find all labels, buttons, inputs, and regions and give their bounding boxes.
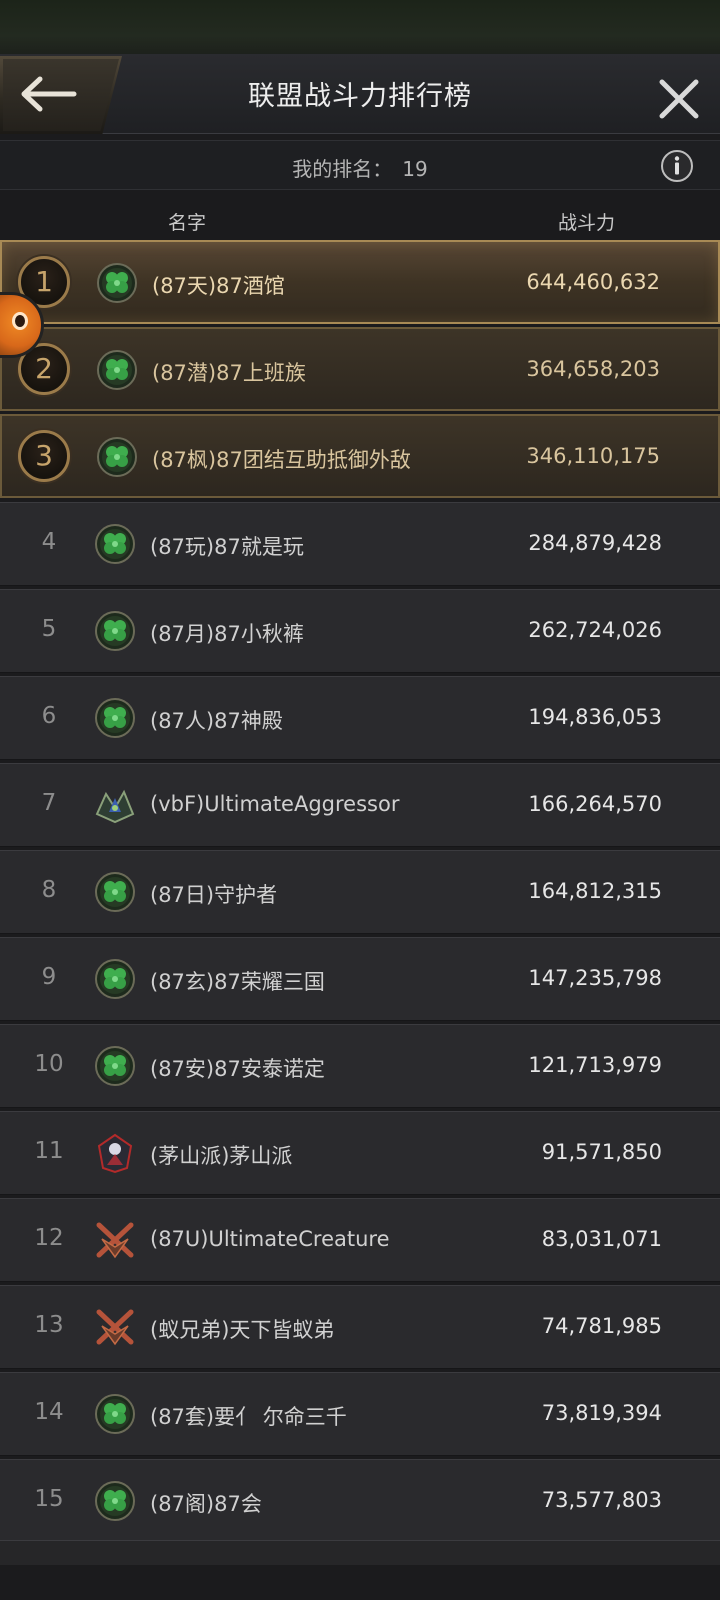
knight-emblem-icon	[97, 1133, 133, 1174]
rank-number: 7	[41, 790, 57, 816]
alliance-name: (茅山派)茅山派	[150, 1144, 293, 1168]
ranking-row[interactable]: 5 (87月)87小秋裤 262,724,026	[0, 589, 720, 673]
alliance-name: (87枫)87团结互助抵御外敌	[152, 448, 411, 472]
crossed-swords-emblem-icon	[96, 1222, 134, 1259]
close-icon[interactable]	[656, 76, 702, 122]
ranking-row[interactable]: 12 (87U)UltimateCreature 83,031,071	[0, 1198, 720, 1282]
rank-number: 13	[34, 1312, 64, 1338]
clover-emblem-icon	[95, 959, 135, 999]
alliance-power: 284,879,428	[528, 531, 662, 555]
clover-emblem-icon	[97, 350, 137, 390]
page-title: 联盟战斗力排行榜	[248, 81, 472, 112]
rank-number: 5	[41, 616, 57, 642]
ranking-row[interactable]: 4 (87玩)87就是玩 284,879,428	[0, 502, 720, 586]
alliance-power: 346,110,175	[526, 444, 660, 468]
rank-number: 4	[41, 529, 57, 555]
ranking-row[interactable]: 10 (87安)87安泰诺定 121,713,979	[0, 1024, 720, 1108]
crossed-swords-emblem-icon	[96, 1309, 134, 1346]
rank-number: 15	[34, 1486, 64, 1512]
alliance-power: 83,031,071	[541, 1227, 662, 1251]
alliance-name: (87U)UltimateCreature	[150, 1227, 390, 1251]
alliance-name: (87日)守护者	[150, 883, 278, 907]
clover-emblem-icon	[95, 611, 135, 651]
rank-number: 9	[41, 964, 57, 990]
column-header-power: 战斗力	[558, 212, 616, 234]
alliance-name: (vbF)UltimateAggressor	[150, 792, 400, 816]
ranking-row[interactable]: 11 (茅山派)茅山派 91,571,850	[0, 1111, 720, 1195]
alliance-power: 194,836,053	[528, 705, 662, 729]
rank-number: 14	[34, 1399, 64, 1425]
ranking-row[interactable]: 15 (87阁)87会 73,577,803	[0, 1459, 720, 1543]
rank-number: 6	[41, 703, 57, 729]
my-rank-value: 19	[402, 157, 428, 181]
clover-emblem-icon	[97, 437, 137, 477]
clover-emblem-icon	[95, 1481, 135, 1521]
alliance-power: 166,264,570	[528, 792, 662, 816]
column-header-name: 名字	[168, 212, 207, 234]
rank-number: 8	[41, 877, 57, 903]
alliance-name: (87人)87神殿	[150, 709, 283, 733]
rank-number: 11	[34, 1138, 64, 1164]
alliance-power: 262,724,026	[528, 618, 662, 642]
alliance-power: 91,571,850	[541, 1140, 662, 1164]
alliance-power: 74,781,985	[541, 1314, 662, 1338]
ranking-row[interactable]: 6 (87人)87神殿 194,836,053	[0, 676, 720, 760]
alliance-name: (87月)87小秋裤	[150, 622, 304, 646]
alliance-name: (87玄)87荣耀三国	[150, 970, 325, 994]
clover-emblem-icon	[95, 698, 135, 738]
background-scene	[0, 0, 720, 60]
alliance-name: (87安)87安泰诺定	[150, 1057, 325, 1081]
alliance-name: (87阁)87会	[150, 1492, 262, 1516]
clover-emblem-icon	[95, 872, 135, 912]
alliance-name: (87天)87酒馆	[152, 274, 285, 298]
ranking-row[interactable]: 14 (87套)要亻 尔命三千 73,819,394	[0, 1372, 720, 1456]
alliance-power: 644,460,632	[526, 270, 660, 294]
clover-emblem-icon	[95, 1394, 135, 1434]
alliance-name: (87套)要亻 尔命三千	[150, 1405, 347, 1429]
my-rank-label: 我的排名：	[292, 157, 393, 181]
alliance-name: (87潜)87上班族	[152, 361, 306, 385]
list-bottom	[0, 1540, 720, 1600]
alliance-power: 73,577,803	[541, 1488, 662, 1512]
alliance-power: 73,819,394	[541, 1401, 662, 1425]
ranking-row[interactable]: 2 (87潜)87上班族 364,658,203	[0, 327, 720, 411]
my-rank: 我的排名： 19	[0, 153, 720, 182]
ranking-row[interactable]: 1 (87天)87酒馆 644,460,632	[0, 240, 720, 324]
alliance-power: 164,812,315	[528, 879, 662, 903]
ranking-row[interactable]: 13 (蚁兄弟)天下皆蚁弟 74,781,985	[0, 1285, 720, 1369]
alliance-power: 364,658,203	[526, 357, 660, 381]
alliance-name: (蚁兄弟)天下皆蚁弟	[150, 1318, 335, 1342]
alliance-name: (87玩)87就是玩	[150, 535, 304, 559]
alliance-power: 121,713,979	[528, 1053, 662, 1077]
rank-number: 10	[34, 1051, 64, 1077]
dragon-emblem-icon	[95, 789, 135, 824]
clover-emblem-icon	[95, 524, 135, 564]
ranking-row[interactable]: 9 (87玄)87荣耀三国 147,235,798	[0, 937, 720, 1021]
rank-number: 12	[34, 1225, 64, 1251]
ranking-row[interactable]: 7 (vbF)UltimateAggressor 166,264,570	[0, 763, 720, 847]
ranking-row[interactable]: 3 (87枫)87团结互助抵御外敌 346,110,175	[0, 414, 720, 498]
info-icon[interactable]	[660, 149, 694, 183]
rank-medal: 3	[18, 430, 70, 482]
clover-emblem-icon	[97, 263, 137, 303]
ranking-row[interactable]: 8 (87日)守护者 164,812,315	[0, 850, 720, 934]
alliance-power: 147,235,798	[528, 966, 662, 990]
clover-emblem-icon	[95, 1046, 135, 1086]
